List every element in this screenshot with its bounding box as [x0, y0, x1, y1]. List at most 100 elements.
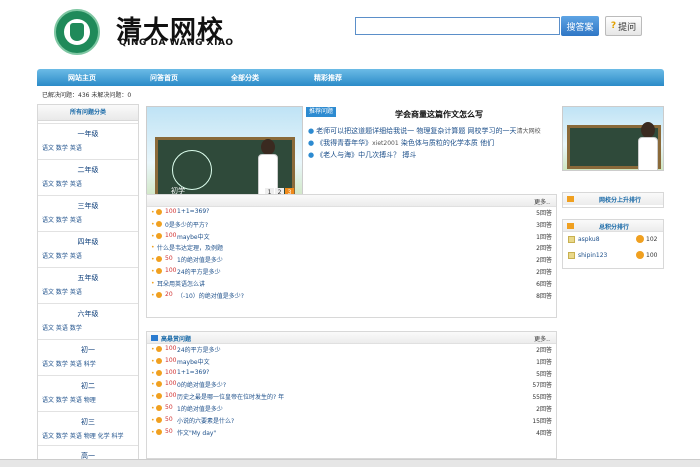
question-link[interactable]: 作文"My day"	[177, 428, 216, 437]
horizontal-scrollbar[interactable]	[0, 459, 700, 467]
answer-count: 8回答	[536, 292, 552, 300]
grade-link[interactable]: 六年级	[38, 309, 138, 319]
rank-row: aspku8 102	[563, 232, 663, 248]
question-link[interactable]: （-10）的绝对值是多少?	[177, 291, 244, 300]
subject-links[interactable]: 语文 数学 英语	[42, 287, 138, 296]
subject-links[interactable]: 语文 数学 英语	[42, 251, 138, 260]
bullet-icon: •	[151, 346, 155, 353]
sidebar-title: 所有问题分类	[38, 105, 138, 121]
recommend-text-2[interactable]: 染色体与质粒的化学本质 他们	[401, 139, 494, 147]
answer-count: 5回答	[536, 370, 552, 378]
side-banner[interactable]	[562, 106, 664, 171]
question-link[interactable]: 0的绝对值是多少?	[177, 380, 226, 389]
question-row[interactable]: • 50 1的绝对值是多少 2回答	[147, 403, 556, 415]
question-link[interactable]: maybe中文	[177, 357, 210, 366]
subject-links[interactable]: 语文 数学 英语 科学	[42, 359, 138, 368]
page: { "header": { "brand_cn": "清大网校", "brand…	[0, 0, 700, 467]
search-input[interactable]	[355, 17, 560, 35]
grade-item: 六年级语文 英语 数学	[38, 303, 138, 339]
coin-icon	[636, 235, 644, 243]
question-link[interactable]: 1的绝对值是多少	[177, 255, 223, 264]
question-row[interactable]: • 50 作文"My day" 4回答	[147, 427, 556, 439]
recommend-extra: 清大网校	[516, 128, 541, 135]
question-link[interactable]: 24的平方是多少	[177, 345, 221, 354]
question-row[interactable]: • 100 24的平方是多少 2回答	[147, 344, 556, 356]
recommend-text[interactable]: 《我得青春年华》	[316, 139, 372, 147]
question-row[interactable]: • 什么是韦达定理，及例题 2回答	[147, 242, 556, 254]
user-score: 100	[646, 252, 658, 259]
grade-link[interactable]: 四年级	[38, 237, 138, 247]
recommend-text[interactable]: 老师可以把这道题详细给我说一 物理复杂计算题 网校学习的一天	[316, 127, 516, 135]
question-link[interactable]: maybe中文	[177, 232, 210, 241]
question-link[interactable]: 历史之最是哪一位皇帝在位时发生的? 年	[177, 392, 284, 401]
question-row[interactable]: • 100 1+1=369? 5回答	[147, 368, 556, 380]
grade-link[interactable]: 三年级	[38, 201, 138, 211]
recommend-line[interactable]: ● 老师可以把这道题详细给我说一 物理复杂计算题 网校学习的一天清大网校	[308, 126, 541, 136]
question-row[interactable]: • 100 maybe中文 1回答	[147, 356, 556, 368]
subject-links[interactable]: 语文 数学 英语	[42, 215, 138, 224]
grade-link[interactable]: 五年级	[38, 273, 138, 283]
subject-links[interactable]: 语文 数学 英语 物理 化学 科学	[42, 431, 138, 440]
reward-points: 50	[165, 415, 173, 423]
subject-links[interactable]: 语文 英语 数学	[42, 323, 138, 332]
question-link[interactable]: 小说的六要素是什么?	[177, 416, 234, 425]
nav-featured[interactable]: 精彩推荐	[314, 73, 342, 83]
reward-points: 100	[165, 356, 177, 364]
recommend-line[interactable]: ● 《老人与海》中几次搏斗？ 搏斗	[308, 150, 416, 160]
question-row[interactable]: • 100 1+1=369? 5回答	[147, 207, 556, 219]
question-row[interactable]: • 100 maybe中文 1回答	[147, 231, 556, 243]
recommend-line[interactable]: ● 《我得青春年华》xiet2001 染色体与质粒的化学本质 他们	[308, 138, 494, 148]
grade-item: 初三语文 数学 英语 物理 化学 科学	[38, 411, 138, 447]
grade-link[interactable]: 一年级	[38, 129, 138, 139]
nav-home[interactable]: 网站主页	[68, 73, 96, 83]
recommend-text[interactable]: 《老人与海》中几次搏斗？ 搏斗	[316, 151, 416, 159]
question-row[interactable]: • 50 小说的六要素是什么? 15回答	[147, 415, 556, 427]
coin-icon	[156, 369, 162, 376]
reward-points: 100	[165, 368, 177, 376]
main-nav: 网站主页 问答首页 全部分类 精彩推荐	[37, 69, 664, 86]
question-row[interactable]: • 耳朵用英语怎么讲 6回答	[147, 278, 556, 290]
question-row[interactable]: • 20 （-10）的绝对值是多少? 8回答	[147, 290, 556, 302]
nav-all-categories[interactable]: 全部分类	[231, 73, 259, 83]
ask-question-button[interactable]: ? 提问	[605, 16, 642, 36]
question-row[interactable]: • 100 0的绝对值是多少? 57回答	[147, 379, 556, 391]
grade-link[interactable]: 初三	[38, 417, 138, 427]
answer-count: 4回答	[536, 429, 552, 437]
total-rank-title: 总积分排行	[599, 224, 630, 231]
grade-link[interactable]: 初二	[38, 381, 138, 391]
reward-points: 100	[165, 266, 177, 274]
question-link[interactable]: 1+1=369?	[177, 208, 209, 215]
question-row[interactable]: • 50 1的绝对值是多少 2回答	[147, 254, 556, 266]
site-logo[interactable]	[54, 9, 100, 55]
reward-points: 100	[165, 345, 177, 352]
nav-qa-home[interactable]: 问答首页	[150, 73, 178, 83]
recommend-title[interactable]: 学会商量这篇作文怎么写	[395, 109, 483, 120]
bullet-icon: •	[151, 428, 155, 436]
weekly-rank-title: 网校分上升排行	[599, 197, 642, 204]
banner-slideshow[interactable]: 初学 1 2 3	[146, 106, 303, 201]
question-link[interactable]: 0是多少的平方?	[165, 220, 208, 229]
grade-item: 初一语文 数学 英语 科学	[38, 339, 138, 375]
user-name[interactable]: aspku8	[578, 236, 600, 243]
grade-item: 二年级语文 数学 英语	[38, 159, 138, 195]
more-link[interactable]: 更多..	[534, 197, 550, 206]
question-link[interactable]: 耳朵用英语怎么讲	[157, 279, 205, 288]
more-link[interactable]: 更多..	[534, 334, 550, 343]
question-link[interactable]: 24的平方是多少	[177, 267, 221, 276]
subject-links[interactable]: 语文 数学 英语 物理	[42, 395, 138, 404]
panel-title: 高悬赏问题	[161, 336, 192, 343]
answer-count: 57回答	[532, 382, 552, 390]
user-name[interactable]: shipin123	[578, 252, 607, 259]
search-button[interactable]: 搜答案	[561, 16, 599, 36]
grade-link[interactable]: 初一	[38, 345, 138, 355]
grade-link[interactable]: 二年级	[38, 165, 138, 175]
question-row[interactable]: • 0是多少的平方? 3回答	[147, 219, 556, 231]
coin-icon	[156, 428, 162, 435]
question-row[interactable]: • 100 24的平方是多少 2回答	[147, 266, 556, 278]
question-row[interactable]: • 100 历史之最是哪一位皇帝在位时发生的? 年 55回答	[147, 391, 556, 403]
question-link[interactable]: 什么是韦达定理，及例题	[157, 243, 223, 252]
question-link[interactable]: 1的绝对值是多少	[177, 404, 223, 413]
question-link[interactable]: 1+1=369?	[177, 369, 209, 376]
subject-links[interactable]: 语文 数学 英语	[42, 179, 138, 188]
subject-links[interactable]: 语文 数学 英语	[42, 143, 138, 152]
